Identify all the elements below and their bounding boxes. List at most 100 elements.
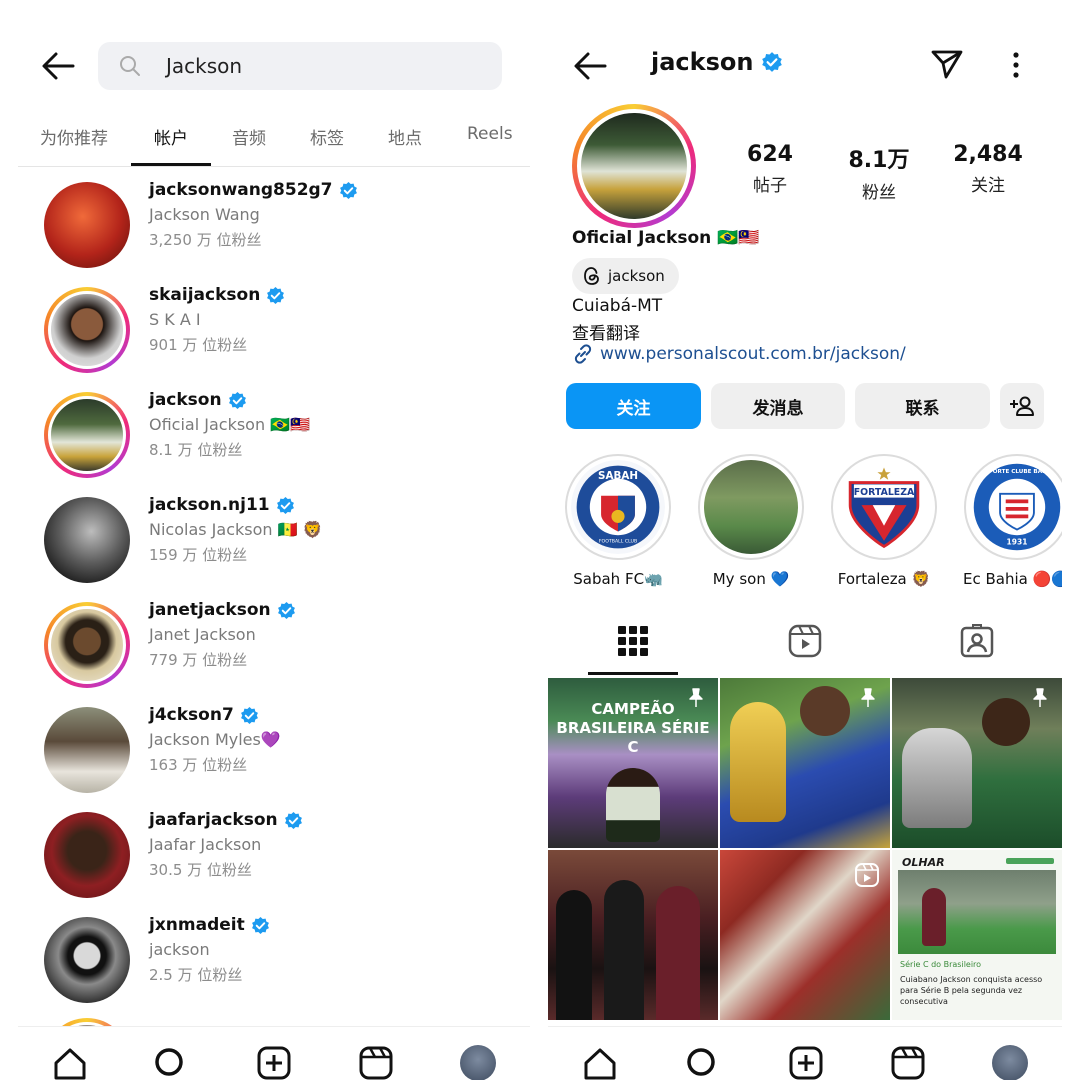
account-full-name: Jaafar Jackson [149, 835, 262, 854]
tab-for-you[interactable]: 为你推荐 [40, 124, 108, 149]
home-icon[interactable] [582, 1045, 618, 1080]
avatar [44, 917, 130, 1003]
more-icon[interactable] [1006, 50, 1026, 80]
back-arrow-icon[interactable] [572, 50, 608, 82]
stat-value: 8.1万 [848, 148, 910, 173]
stat-value: 2,484 [953, 142, 1023, 167]
create-icon[interactable] [256, 1045, 292, 1080]
verified-icon [762, 52, 783, 72]
profile-tabs [548, 618, 1062, 676]
stat-label: 关注 [971, 176, 1005, 196]
suggest-people-button[interactable] [1000, 383, 1044, 429]
verified-icon [276, 496, 294, 514]
highlight-fortaleza[interactable]: FORTALEZA Fortaleza 🦁 [830, 454, 938, 588]
account-row[interactable]: jacksonwang852g7 Jackson Wang 3,250 万 位粉… [18, 176, 530, 276]
highlight-cover [698, 454, 804, 560]
fortaleza-badge-text: FORTALEZA [854, 487, 915, 498]
account-username: jxnmadeit [149, 915, 245, 935]
stat-label: 粉丝 [862, 183, 896, 203]
bio-location: Cuiabá-MT [572, 296, 663, 316]
profile-icon[interactable] [460, 1045, 496, 1080]
highlight-bahia[interactable]: ESPORTE CLUBE BAHIA 1931 Ec Bahia 🔴🔵⚪ [963, 454, 1062, 588]
account-followers: 159 万 位粉丝 [149, 546, 248, 564]
post-thumbnail[interactable] [720, 678, 890, 848]
reels-nav-icon[interactable] [358, 1045, 394, 1080]
account-followers: 779 万 位粉丝 [149, 651, 248, 669]
search-nav-icon[interactable] [684, 1045, 720, 1080]
avatar [44, 707, 130, 793]
account-followers: 30.5 万 位粉丝 [149, 861, 252, 879]
bahia-badge-icon: ESPORTE CLUBE BAHIA 1931 [970, 460, 1062, 554]
account-row[interactable]: j4ckson7 Jackson Myles💜 163 万 位粉丝 [18, 701, 530, 801]
sabah-badge-subtext: FOOTBALL CLUB [599, 539, 637, 545]
profile-icon[interactable] [992, 1045, 1028, 1080]
link-icon [574, 344, 592, 364]
profile-avatar[interactable] [572, 104, 696, 228]
account-followers: 3,250 万 位粉丝 [149, 231, 262, 249]
search-results-screen: Jackson 为你推荐 帐户 音频 标签 地点 Reels jacksonwa… [18, 0, 530, 1080]
send-icon[interactable] [930, 48, 964, 80]
highlight-cover: SABAH FOOTBALL CLUB [565, 454, 671, 560]
stat-followers[interactable]: 8.1万 粉丝 [824, 142, 934, 203]
account-username: jacksonwang852g7 [149, 180, 333, 200]
post-grid: CAMPEÃO BRASILEIRA SÉRIE C OLHAR Série C… [548, 678, 1062, 1028]
account-username: jackson.nj11 [149, 495, 270, 515]
stat-value: 624 [747, 142, 793, 167]
account-row[interactable]: jackson Oficial Jackson 🇧🇷🇲🇾 8.1 万 位粉丝 [18, 386, 530, 486]
follow-button[interactable]: 关注 [566, 383, 701, 429]
pin-icon [1033, 688, 1047, 707]
verified-icon [228, 391, 246, 409]
search-query: Jackson [166, 54, 243, 78]
account-row[interactable]: janetjackson Janet Jackson 779 万 位粉丝 [18, 596, 530, 696]
back-arrow-icon[interactable] [40, 50, 76, 82]
account-followers: 163 万 位粉丝 [149, 756, 248, 774]
account-username: janetjackson [149, 600, 271, 620]
tagged-icon[interactable] [960, 624, 994, 658]
account-row[interactable]: skaijackson S K A I 901 万 位粉丝 [18, 281, 530, 381]
sabah-badge-text: SABAH [598, 470, 638, 482]
message-button[interactable]: 发消息 [711, 383, 845, 429]
create-icon[interactable] [788, 1045, 824, 1080]
highlight-sabah[interactable]: SABAH FOOTBALL CLUB Sabah FC🦏 [564, 454, 672, 588]
account-row[interactable]: jxnmadeit jackson 2.5 万 位粉丝 [18, 911, 530, 1011]
reels-icon[interactable] [788, 624, 822, 658]
home-icon[interactable] [52, 1045, 88, 1080]
threads-handle: jackson [608, 267, 665, 285]
post-thumbnail[interactable] [892, 678, 1062, 848]
threads-badge[interactable]: jackson [572, 258, 679, 294]
reels-nav-icon[interactable] [890, 1045, 926, 1080]
tab-accounts[interactable]: 帐户 [154, 124, 188, 149]
account-full-name: Janet Jackson [149, 625, 256, 644]
verified-icon [339, 181, 357, 199]
account-followers: 2.5 万 位粉丝 [149, 966, 243, 984]
account-row[interactable]: jackson.nj11 Nicolas Jackson 🇸🇳 🦁 159 万 … [18, 491, 530, 591]
post-thumbnail[interactable] [548, 850, 718, 1020]
profile-link-text: www.personalscout.com.br/jackson/ [600, 344, 906, 364]
post-headline: Série C do Brasileiro [900, 960, 982, 969]
account-row[interactable]: jaafarjackson Jaafar Jackson 30.5 万 位粉丝 [18, 806, 530, 906]
highlight-my-son[interactable]: My son 💙 [697, 454, 805, 588]
stat-following[interactable]: 2,484 关注 [933, 142, 1043, 196]
translate-link[interactable]: 查看翻译 [572, 319, 640, 344]
avatar [44, 497, 130, 583]
grid-icon[interactable] [616, 624, 650, 658]
tab-places[interactable]: 地点 [388, 124, 422, 149]
contact-button[interactable]: 联系 [855, 383, 990, 429]
account-full-name: Jackson Wang [149, 205, 260, 224]
tab-tags[interactable]: 标签 [310, 124, 344, 149]
search-input[interactable]: Jackson [98, 42, 502, 90]
stat-posts[interactable]: 624 帖子 [715, 142, 825, 196]
stat-label: 帖子 [753, 176, 787, 196]
profile-link[interactable]: www.personalscout.com.br/jackson/ [572, 343, 906, 365]
active-profile-tab-indicator [588, 672, 678, 675]
post-thumbnail[interactable]: CAMPEÃO BRASILEIRA SÉRIE C [548, 678, 718, 848]
post-thumbnail[interactable]: OLHAR Série C do Brasileiro Cuiabano Jac… [892, 850, 1062, 1020]
verified-icon [267, 286, 285, 304]
highlight-label: Ec Bahia 🔴🔵⚪ [963, 570, 1062, 588]
post-thumbnail[interactable] [720, 850, 890, 1020]
search-nav-icon[interactable] [152, 1045, 188, 1080]
bottom-nav [18, 1026, 530, 1080]
avatar [44, 602, 130, 688]
tab-reels[interactable]: Reels [467, 124, 513, 144]
tab-audio[interactable]: 音频 [232, 124, 266, 149]
